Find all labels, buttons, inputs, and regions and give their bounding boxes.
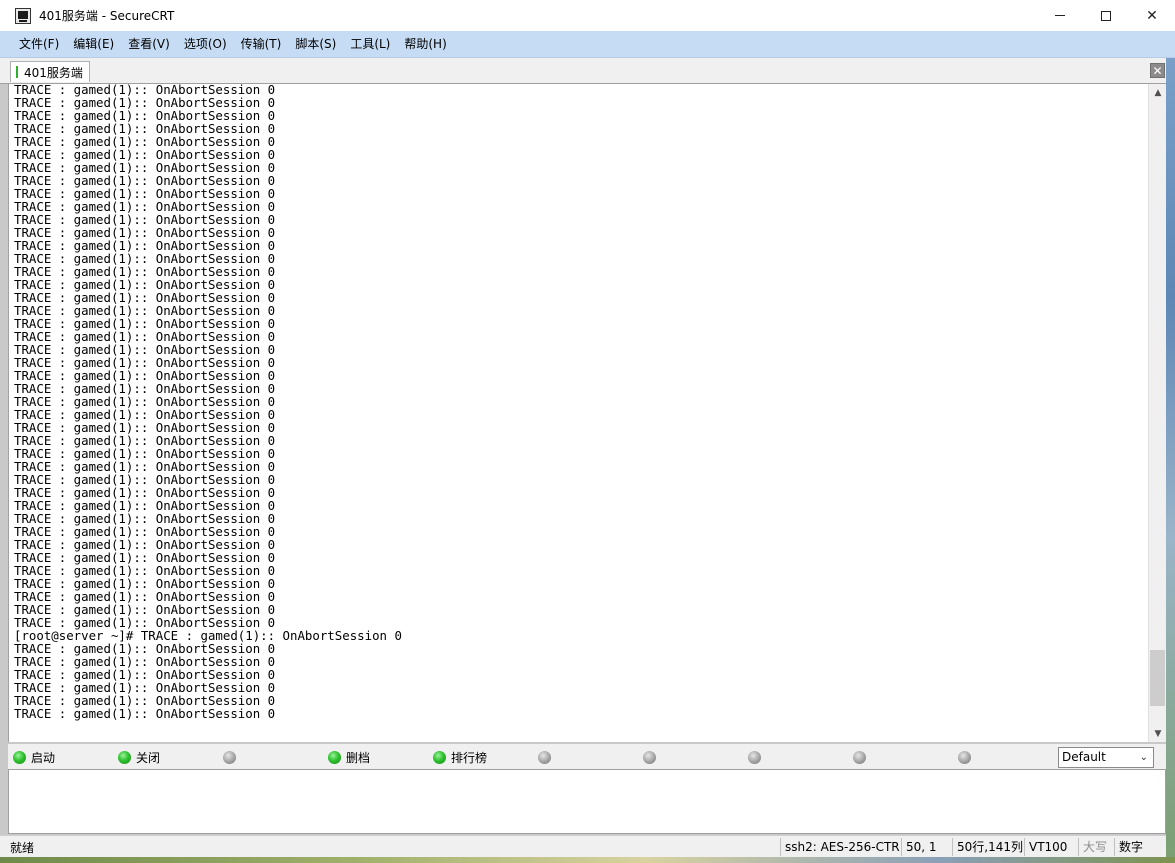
- button-empty-6[interactable]: [958, 749, 976, 765]
- button-bar: 启动 关闭 删档 排行榜 Default ⌄: [8, 743, 1166, 769]
- title-bar: 401服务端 - SecureCRT ✕: [0, 0, 1175, 31]
- button-bar-select-value: Default: [1062, 750, 1106, 764]
- menu-bar: 文件(F) 编辑(E) 查看(V) 选项(O) 传输(T) 脚本(S) 工具(L…: [0, 31, 1175, 58]
- gray-led-icon: [223, 750, 236, 764]
- maximize-icon: [1101, 10, 1111, 21]
- session-tab-bar: 401服务端 ✕: [0, 58, 1175, 84]
- green-led-icon: [118, 750, 131, 764]
- close-button[interactable]: ✕: [1129, 0, 1175, 31]
- status-ready: 就绪: [10, 841, 35, 855]
- desktop-background-edge: [1166, 58, 1175, 857]
- desktop-background-strip: [0, 857, 1175, 863]
- status-cursor-position: 50, 1: [901, 838, 937, 856]
- terminal-line: TRACE : gamed(1):: OnAbortSession 0: [14, 706, 276, 721]
- status-bar: 就绪 ssh2: AES-256-CTR 50, 1 50行,141列 VT10…: [0, 835, 1175, 857]
- menu-tools[interactable]: 工具(L): [343, 31, 397, 58]
- menu-options[interactable]: 选项(O): [177, 31, 234, 58]
- close-icon: ✕: [1146, 7, 1158, 24]
- window-controls: ✕: [1037, 0, 1175, 31]
- gray-led-icon: [538, 750, 551, 764]
- button-empty-2[interactable]: [538, 749, 556, 765]
- scroll-thumb[interactable]: [1150, 650, 1165, 707]
- button-stop-label: 关闭: [136, 750, 161, 765]
- close-tab-button[interactable]: ✕: [1150, 63, 1165, 78]
- green-led-icon: [328, 750, 341, 764]
- green-led-icon: [433, 750, 446, 764]
- maximize-button[interactable]: [1083, 0, 1129, 31]
- status-terminal-type: VT100: [1024, 838, 1067, 856]
- button-empty-4[interactable]: [748, 749, 766, 765]
- button-start-label: 启动: [31, 750, 56, 765]
- minimize-button[interactable]: [1037, 0, 1083, 31]
- connected-indicator-icon: [16, 66, 18, 78]
- button-leaderboard[interactable]: 排行榜: [433, 749, 487, 765]
- status-num-lock: 数字: [1114, 838, 1143, 856]
- command-window-input[interactable]: [8, 769, 1166, 834]
- gray-led-icon: [853, 750, 866, 764]
- chevron-down-icon: ⌄: [1139, 752, 1148, 763]
- session-tab[interactable]: 401服务端: [10, 61, 90, 82]
- securecrt-app-icon[interactable]: [15, 7, 31, 24]
- button-bar-select[interactable]: Default ⌄: [1058, 747, 1154, 768]
- button-empty-5[interactable]: [853, 749, 871, 765]
- status-terminal-size: 50行,141列: [952, 838, 1023, 856]
- gray-led-icon: [958, 750, 971, 764]
- button-start[interactable]: 启动: [13, 749, 55, 765]
- button-empty-3[interactable]: [643, 749, 661, 765]
- button-empty-1[interactable]: [223, 749, 241, 765]
- window-title: 401服务端 - SecureCRT: [39, 9, 175, 23]
- minimize-icon: [1055, 15, 1065, 16]
- button-delete-save[interactable]: 删档: [328, 749, 370, 765]
- menu-script[interactable]: 脚本(S): [288, 31, 343, 58]
- menu-edit[interactable]: 编辑(E): [66, 31, 121, 58]
- menu-file[interactable]: 文件(F): [12, 31, 66, 58]
- scroll-up-button[interactable]: ▲: [1149, 84, 1167, 101]
- status-cipher: ssh2: AES-256-CTR: [780, 838, 900, 856]
- menu-help[interactable]: 帮助(H): [397, 31, 453, 58]
- scroll-down-button[interactable]: ▼: [1149, 725, 1167, 742]
- button-leaderboard-label: 排行榜: [451, 750, 488, 765]
- green-led-icon: [13, 750, 26, 764]
- session-tab-label: 401服务端: [24, 65, 83, 80]
- terminal-scrollbar[interactable]: ▲ ▼: [1148, 84, 1166, 742]
- status-caps-lock: 大写: [1078, 838, 1107, 856]
- terminal-output: TRACE : gamed(1):: OnAbortSession 0 TRACE…: [14, 84, 402, 720]
- button-delete-save-label: 删档: [346, 750, 371, 765]
- menu-view[interactable]: 查看(V): [121, 31, 177, 58]
- gray-led-icon: [748, 750, 761, 764]
- terminal-view[interactable]: TRACE : gamed(1):: OnAbortSession 0 TRACE…: [8, 84, 1148, 742]
- button-stop[interactable]: 关闭: [118, 749, 160, 765]
- menu-transfer[interactable]: 传输(T): [234, 31, 289, 58]
- gray-led-icon: [643, 750, 656, 764]
